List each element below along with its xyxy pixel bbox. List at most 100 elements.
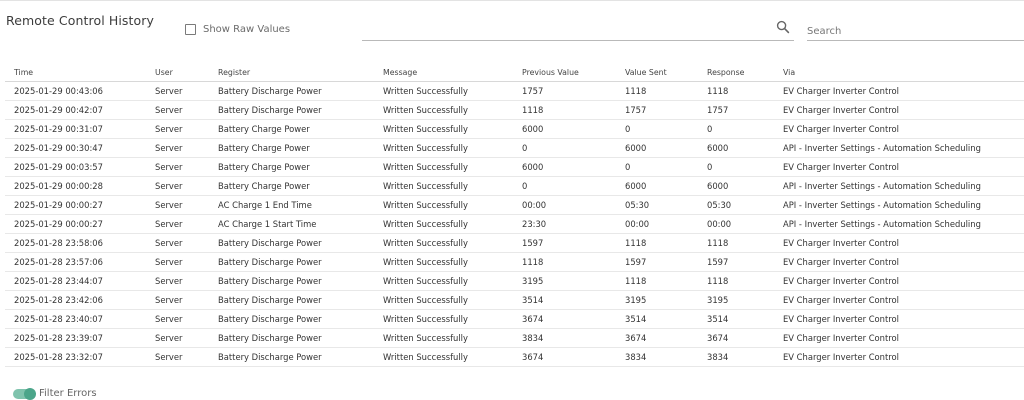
top-border [0, 0, 1024, 1]
cell-time: 2025-01-29 00:31:07 [5, 119, 146, 139]
cell-time: 2025-01-28 23:32:07 [5, 347, 146, 367]
toggle-switch[interactable] [13, 387, 36, 400]
table-row[interactable]: 2025-01-29 00:31:07 Server Battery Charge … [5, 119, 1024, 139]
cell-via: EV Charger Inverter Control [774, 347, 1024, 367]
cell-response: 3834 [698, 347, 774, 367]
show-raw-values-checkbox[interactable] [185, 24, 196, 35]
cell-value-sent: 3674 [616, 328, 698, 348]
cell-via: EV Charger Inverter Control [774, 309, 1024, 329]
cell-previous-value: 0 [513, 138, 616, 158]
cell-previous-value: 3674 [513, 347, 616, 367]
cell-value-sent: 0 [616, 157, 698, 177]
cell-response: 3195 [698, 290, 774, 310]
cell-value-sent: 05:30 [616, 195, 698, 215]
cell-via: EV Charger Inverter Control [774, 119, 1024, 139]
page-title: Remote Control History [6, 13, 155, 28]
toggle-knob [24, 387, 36, 400]
cell-message: Written Successfully [374, 100, 513, 120]
cell-register: Battery Discharge Power [209, 309, 374, 329]
cell-response: 1118 [698, 81, 774, 101]
cell-user: Server [146, 271, 209, 291]
cell-message: Written Successfully [374, 252, 513, 272]
cell-response: 3674 [698, 328, 774, 348]
column-header-via[interactable]: Via [774, 63, 1024, 82]
cell-user: Server [146, 309, 209, 329]
column-header-value-sent[interactable]: Value Sent [616, 63, 698, 82]
column-header-register[interactable]: Register [209, 63, 374, 82]
table-row[interactable]: 2025-01-28 23:58:06 Server Battery Dischar… [5, 233, 1024, 253]
column-header-message[interactable]: Message [374, 63, 513, 82]
cell-response: 0 [698, 157, 774, 177]
search-input[interactable] [807, 22, 1024, 41]
cell-via: EV Charger Inverter Control [774, 252, 1024, 272]
table-row[interactable]: 2025-01-28 23:40:07 Server Battery Dischar… [5, 309, 1024, 329]
cell-via: EV Charger Inverter Control [774, 100, 1024, 120]
cell-message: Written Successfully [374, 309, 513, 329]
cell-time: 2025-01-28 23:57:06 [5, 252, 146, 272]
cell-previous-value: 00:00 [513, 195, 616, 215]
table-row[interactable]: 2025-01-29 00:03:57 Server Battery Charge … [5, 157, 1024, 177]
cell-time: 2025-01-29 00:00:27 [5, 214, 146, 234]
column-header-previous-value[interactable]: Previous Value [513, 63, 616, 82]
cell-value-sent: 3514 [616, 309, 698, 329]
show-raw-values-toggle[interactable]: Show Raw Values [185, 24, 290, 35]
cell-user: Server [146, 157, 209, 177]
table-row[interactable]: 2025-01-29 00:43:06 Server Battery Dischar… [5, 81, 1024, 101]
cell-message: Written Successfully [374, 195, 513, 215]
cell-value-sent: 00:00 [616, 214, 698, 234]
cell-message: Written Successfully [374, 347, 513, 367]
cell-user: Server [146, 119, 209, 139]
cell-time: 2025-01-29 00:30:47 [5, 138, 146, 158]
show-raw-values-label: Show Raw Values [203, 24, 291, 35]
cell-user: Server [146, 233, 209, 253]
cell-via: API - Inverter Settings - Automation Sch… [774, 138, 1024, 158]
table-row[interactable]: 2025-01-28 23:44:07 Server Battery Dischar… [5, 271, 1024, 291]
search-icon[interactable] [776, 20, 790, 34]
cell-value-sent: 1118 [616, 81, 698, 101]
cell-via: EV Charger Inverter Control [774, 233, 1024, 253]
cell-via: API - Inverter Settings - Automation Sch… [774, 195, 1024, 215]
cell-response: 05:30 [698, 195, 774, 215]
cell-time: 2025-01-28 23:39:07 [5, 328, 146, 348]
filter-errors-toggle[interactable]: Filter Errors [13, 387, 97, 400]
cell-time: 2025-01-28 23:42:06 [5, 290, 146, 310]
cell-user: Server [146, 138, 209, 158]
cell-response: 1118 [698, 233, 774, 253]
cell-previous-value: 1118 [513, 252, 616, 272]
cell-user: Server [146, 195, 209, 215]
table-row[interactable]: 2025-01-29 00:00:27 Server AC Charge 1 End… [5, 195, 1024, 215]
cell-previous-value: 23:30 [513, 214, 616, 234]
table-row[interactable]: 2025-01-29 00:00:28 Server Battery Charge … [5, 176, 1024, 196]
cell-user: Server [146, 100, 209, 120]
table-row[interactable]: 2025-01-29 00:00:27 Server AC Charge 1 Sta… [5, 214, 1024, 234]
cell-message: Written Successfully [374, 271, 513, 291]
table-row[interactable]: 2025-01-28 23:32:07 Server Battery Dischar… [5, 347, 1024, 367]
cell-via: EV Charger Inverter Control [774, 290, 1024, 310]
cell-message: Written Successfully [374, 138, 513, 158]
column-header-response[interactable]: Response [698, 63, 774, 82]
cell-previous-value: 1118 [513, 100, 616, 120]
cell-previous-value: 3834 [513, 328, 616, 348]
cell-previous-value: 3674 [513, 309, 616, 329]
cell-response: 6000 [698, 138, 774, 158]
cell-response: 6000 [698, 176, 774, 196]
cell-user: Server [146, 252, 209, 272]
column-header-user[interactable]: User [146, 63, 209, 82]
search-bar-line [362, 40, 794, 41]
cell-register: AC Charge 1 End Time [209, 195, 374, 215]
table-row[interactable]: 2025-01-28 23:42:06 Server Battery Dischar… [5, 290, 1024, 310]
table-row[interactable]: 2025-01-28 23:39:07 Server Battery Dischar… [5, 328, 1024, 348]
table-row[interactable]: 2025-01-29 00:42:07 Server Battery Dischar… [5, 100, 1024, 120]
table-row[interactable]: 2025-01-28 23:57:06 Server Battery Dischar… [5, 252, 1024, 272]
cell-time: 2025-01-29 00:03:57 [5, 157, 146, 177]
cell-register: Battery Discharge Power [209, 81, 374, 101]
cell-previous-value: 1757 [513, 81, 616, 101]
column-header-time[interactable]: Time [5, 63, 146, 82]
cell-time: 2025-01-29 00:00:28 [5, 176, 146, 196]
cell-via: EV Charger Inverter Control [774, 157, 1024, 177]
cell-value-sent: 1757 [616, 100, 698, 120]
table-row[interactable]: 2025-01-29 00:30:47 Server Battery Charge … [5, 138, 1024, 158]
cell-time: 2025-01-28 23:44:07 [5, 271, 146, 291]
cell-register: Battery Discharge Power [209, 328, 374, 348]
cell-user: Server [146, 176, 209, 196]
